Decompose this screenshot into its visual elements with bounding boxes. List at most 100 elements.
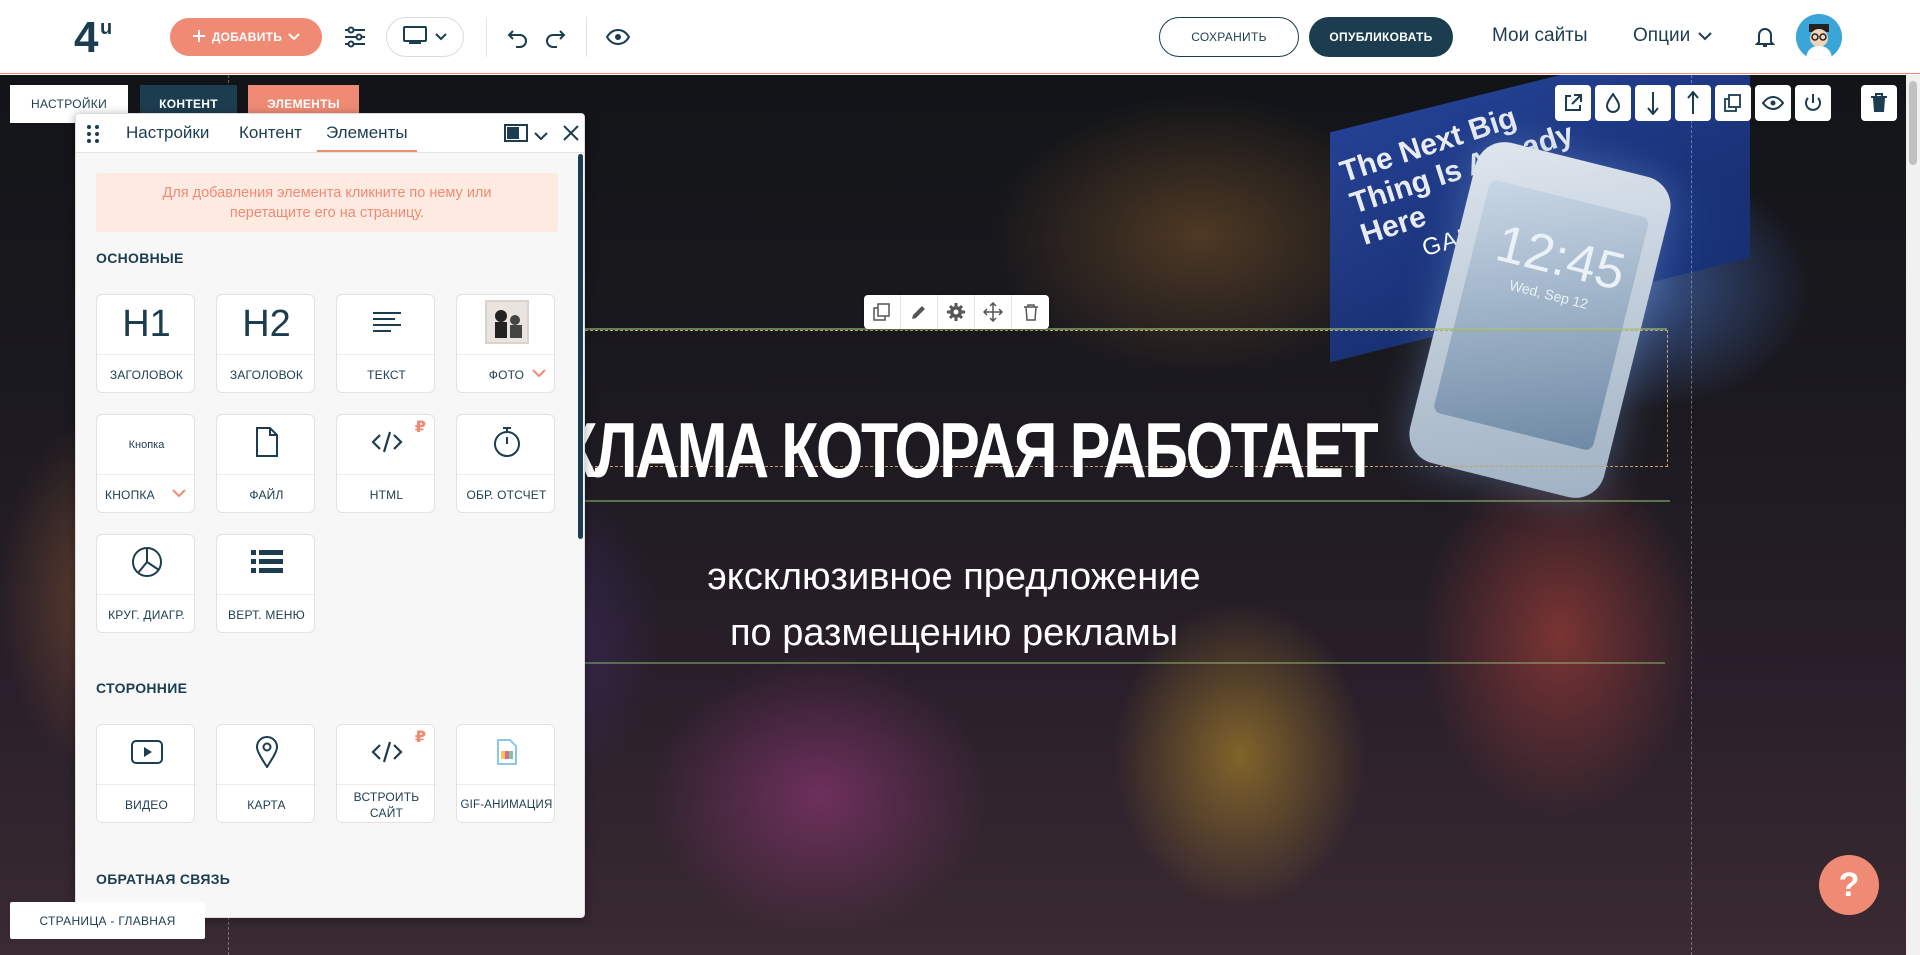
panel-scrollbar[interactable] <box>578 154 584 917</box>
chevron-down-icon <box>1698 25 1712 47</box>
tile-label: ЗАГОЛОВОК <box>109 368 184 382</box>
tile-label: ВЕРТ. МЕНЮ <box>228 608 305 622</box>
external-link-icon[interactable] <box>1555 85 1591 121</box>
element-tile-map[interactable]: КАРТА <box>216 724 316 823</box>
elements-panel: Настройки Контент Элементы Для добавлени… <box>75 113 585 918</box>
tab-settings[interactable]: Настройки <box>126 123 209 143</box>
delete-block-trash-icon[interactable] <box>1861 85 1897 121</box>
svg-text:4: 4 <box>74 14 99 58</box>
droplet-icon[interactable] <box>1595 85 1631 121</box>
subtitle-underline <box>580 662 1665 664</box>
save-button[interactable]: СОХРАНИТЬ <box>1159 17 1299 57</box>
user-avatar[interactable] <box>1796 14 1842 60</box>
duplicate-icon[interactable] <box>1715 85 1751 121</box>
undo-icon[interactable] <box>503 22 533 52</box>
element-tile-h2[interactable]: H2 ЗАГОЛОВОК <box>216 294 316 393</box>
element-tile-photo[interactable]: ФОТО <box>456 294 556 393</box>
my-sites-link[interactable]: Мои сайты <box>1492 25 1588 47</box>
chevron-down-icon[interactable] <box>172 485 186 503</box>
element-tile-countdown[interactable]: ОБР. ОТСЧЕТ <box>456 414 556 513</box>
page-scrollbar[interactable] <box>1906 75 1920 955</box>
section-heading-third-party: СТОРОННИЕ <box>96 680 188 696</box>
tab-elements[interactable]: Элементы <box>317 123 417 152</box>
gif-icon <box>496 739 518 770</box>
element-tile-gif[interactable]: GIF-АНИМАЦИЯ <box>456 724 556 823</box>
paid-badge: ₽ <box>414 419 426 436</box>
eye-icon[interactable] <box>603 22 633 52</box>
arrow-down-icon[interactable] <box>1635 85 1671 121</box>
drag-handle-icon[interactable] <box>86 124 100 149</box>
trash-icon[interactable] <box>1012 295 1049 329</box>
section-heading-basic: ОСНОВНЫЕ <box>96 250 184 266</box>
power-icon[interactable] <box>1795 85 1831 121</box>
video-icon <box>130 740 163 769</box>
headline-underline <box>580 500 1670 502</box>
code-icon <box>370 431 403 458</box>
tile-label: ВСТРОИТЬ САЙТ <box>337 787 436 823</box>
text-lines-icon <box>372 311 402 338</box>
redo-icon[interactable] <box>540 22 570 52</box>
h2-icon: H2 <box>242 303 291 345</box>
pencil-icon[interactable] <box>901 295 938 329</box>
publish-button[interactable]: ОПУБЛИКОВАТЬ <box>1309 17 1453 57</box>
tile-label-line2: САЙТ <box>369 806 404 820</box>
chevron-down-icon[interactable] <box>532 365 546 383</box>
element-tile-vertical-menu[interactable]: ВЕРТ. МЕНЮ <box>216 534 316 633</box>
paid-badge: ₽ <box>414 729 426 746</box>
visibility-icon[interactable] <box>1755 85 1791 121</box>
block-toolbar <box>1555 85 1831 121</box>
monitor-icon <box>403 25 427 49</box>
arrow-up-icon[interactable] <box>1675 85 1711 121</box>
divider <box>486 17 487 57</box>
element-tile-video[interactable]: ВИДЕО <box>96 724 196 823</box>
svg-text:u: u <box>100 17 112 39</box>
plus-icon <box>192 29 206 46</box>
tile-label: ВИДЕО <box>124 798 169 812</box>
tile-label: ЗАГОЛОВОК <box>229 368 304 382</box>
current-page-label[interactable]: СТРАНИЦА - ГЛАВНАЯ <box>10 902 205 939</box>
top-toolbar: 4 u ДОБАВИТЬ СОХРАНИТЬ ОПУБЛИКОВАТЬ Мои … <box>0 0 1920 74</box>
help-button[interactable]: ? <box>1819 855 1879 915</box>
element-toolbar <box>864 295 1049 329</box>
close-icon[interactable] <box>563 125 579 146</box>
tab-content[interactable]: Контент <box>239 123 302 143</box>
info-banner: Для добавления элемента кликните по нему… <box>96 173 558 232</box>
options-menu[interactable]: Опции <box>1633 25 1712 47</box>
gear-icon[interactable] <box>938 295 975 329</box>
move-icon[interactable] <box>975 295 1012 329</box>
tile-label: ТЕКСТ <box>367 368 406 382</box>
add-button[interactable]: ДОБАВИТЬ <box>170 18 322 56</box>
copy-icon[interactable] <box>864 295 901 329</box>
info-text-line1: Для добавления элемента кликните по нему… <box>162 185 492 201</box>
button-sample-icon: Кнопка <box>128 438 165 451</box>
sliders-icon[interactable] <box>340 22 370 52</box>
panel-scrollbar-thumb[interactable] <box>578 154 583 539</box>
tile-label: КРУГ. ДИАГР. <box>108 608 185 622</box>
element-tile-file[interactable]: ФАЙЛ <box>216 414 316 513</box>
info-text-line2: перетащите его на страницу. <box>229 205 425 221</box>
tile-label: КАРТА <box>247 798 286 812</box>
panel-header: Настройки Контент Элементы <box>76 114 584 153</box>
scrollbar-thumb[interactable] <box>1909 81 1917 165</box>
file-icon <box>255 427 279 462</box>
h1-icon: H1 <box>122 303 171 345</box>
element-tile-embed-site[interactable]: ₽ ВСТРОИТЬ САЙТ <box>336 724 436 823</box>
chevron-down-icon[interactable] <box>534 128 548 146</box>
device-selector[interactable] <box>386 17 464 57</box>
panel-size-icon[interactable] <box>504 123 528 148</box>
element-tile-button[interactable]: Кнопка КНОПКА <box>96 414 196 513</box>
section-heading-feedback: ОБРАТНАЯ СВЯЗЬ <box>96 871 231 887</box>
logo[interactable]: 4 u <box>74 13 130 62</box>
element-tile-text[interactable]: ТЕКСТ <box>336 294 436 393</box>
tile-label: HTML <box>369 488 404 502</box>
bell-icon[interactable] <box>1750 22 1780 52</box>
list-icon <box>250 549 283 580</box>
element-tile-h1[interactable]: H1 ЗАГОЛОВОК <box>96 294 196 393</box>
element-tile-pie-chart[interactable]: КРУГ. ДИАГР. <box>96 534 196 633</box>
chevron-down-icon <box>435 28 447 46</box>
map-pin-icon <box>255 736 279 773</box>
element-tile-html[interactable]: ₽ HTML <box>336 414 436 513</box>
page-headline[interactable]: КЛАМА КОТОРАЯ РАБОТАЕТ <box>560 405 1457 494</box>
photo-thumbnail-icon <box>484 300 529 349</box>
divider <box>586 17 587 57</box>
